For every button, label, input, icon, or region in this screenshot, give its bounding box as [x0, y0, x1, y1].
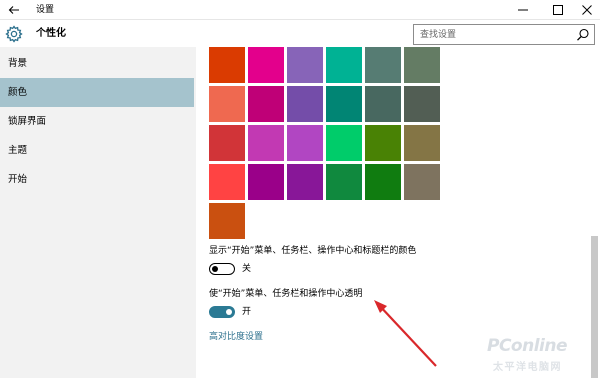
color-swatch[interactable]: [365, 86, 401, 122]
color-swatch[interactable]: [209, 203, 245, 239]
sidebar-item-colors[interactable]: 颜色: [0, 78, 194, 107]
show-color-toggle[interactable]: [209, 263, 235, 275]
toggle-knob: [226, 308, 232, 315]
search-box[interactable]: [413, 24, 595, 45]
color-swatch[interactable]: [248, 164, 284, 200]
high-contrast-link[interactable]: 高对比度设置: [209, 331, 263, 343]
transparent-label: 使“开始”菜单、任务栏和操作中心透明: [209, 289, 363, 299]
close-button[interactable]: [572, 0, 600, 20]
color-swatch[interactable]: [209, 125, 245, 161]
back-button[interactable]: [0, 0, 28, 20]
title-bar: 设置: [0, 0, 600, 20]
color-swatch[interactable]: [326, 86, 362, 122]
page-title: 个性化: [36, 28, 66, 39]
toggle-knob: [212, 265, 218, 272]
page-header: 个性化: [0, 21, 600, 47]
color-swatch[interactable]: [365, 125, 401, 161]
search-icon[interactable]: [576, 28, 590, 42]
transparent-toggle[interactable]: [209, 306, 235, 318]
color-swatch[interactable]: [326, 164, 362, 200]
color-swatch[interactable]: [326, 47, 362, 83]
show-color-label: 显示“开始”菜单、任务栏、操作中心和标题栏的颜色: [209, 246, 417, 256]
watermark: PConline 太平洋电脑网: [487, 336, 592, 374]
minimize-button[interactable]: [508, 0, 538, 20]
maximize-icon: [553, 5, 563, 15]
maximize-button[interactable]: [543, 0, 573, 20]
color-swatch[interactable]: [365, 47, 401, 83]
minimize-icon: [518, 9, 528, 11]
color-swatch[interactable]: [209, 164, 245, 200]
sidebar-item-background[interactable]: 背景: [0, 49, 196, 78]
color-swatch[interactable]: [365, 164, 401, 200]
watermark-logo: PConline: [487, 336, 568, 356]
search-input[interactable]: [414, 25, 572, 44]
color-swatch[interactable]: [248, 125, 284, 161]
color-swatch[interactable]: [404, 47, 440, 83]
show-color-state: 关: [242, 264, 252, 274]
color-swatch[interactable]: [404, 125, 440, 161]
sidebar: 背景 颜色 锁屏界面 主题 开始: [0, 47, 196, 378]
watermark-subtitle: 太平洋电脑网: [493, 362, 562, 373]
color-swatch[interactable]: [404, 86, 440, 122]
gear-icon: [5, 25, 23, 43]
sidebar-item-themes[interactable]: 主题: [0, 136, 196, 165]
window-title: 设置: [36, 5, 55, 15]
sidebar-item-lock-screen[interactable]: 锁屏界面: [0, 107, 196, 136]
color-swatch[interactable]: [287, 125, 323, 161]
scrollbar-thumb[interactable]: [591, 236, 598, 378]
color-swatch[interactable]: [404, 164, 440, 200]
color-swatch[interactable]: [287, 164, 323, 200]
sidebar-item-start[interactable]: 开始: [0, 165, 196, 194]
color-swatch[interactable]: [326, 125, 362, 161]
color-swatch[interactable]: [287, 47, 323, 83]
color-swatch[interactable]: [248, 47, 284, 83]
color-swatch[interactable]: [248, 86, 284, 122]
close-icon: [582, 5, 592, 15]
color-swatch[interactable]: [209, 86, 245, 122]
transparent-state: 开: [242, 307, 252, 317]
annotation-arrow-icon: [374, 300, 437, 367]
color-swatch[interactable]: [287, 86, 323, 122]
color-swatch[interactable]: [209, 47, 245, 83]
back-arrow-icon: [8, 6, 19, 14]
